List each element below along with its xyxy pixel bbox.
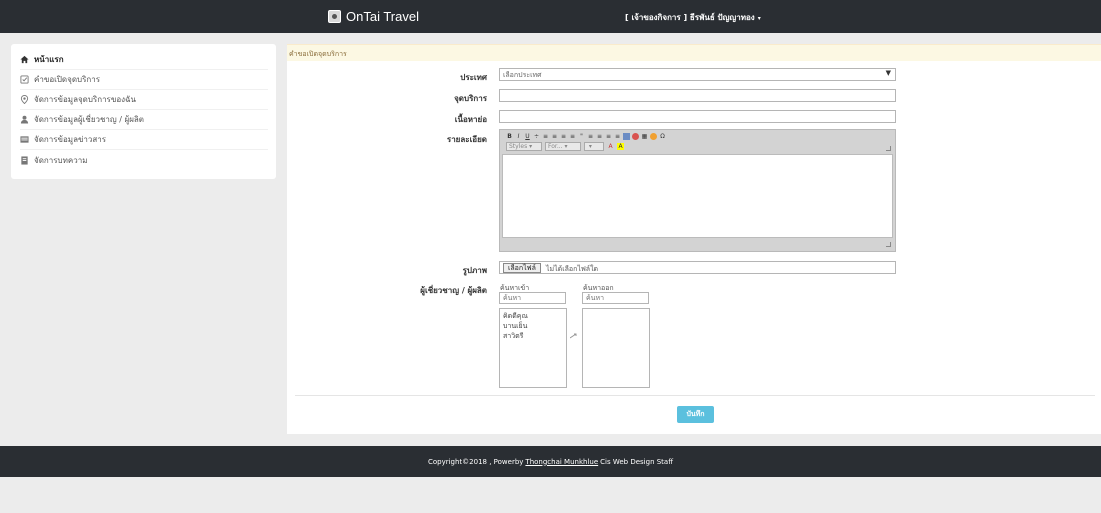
strikethrough-icon[interactable]: ÷ [533,133,540,140]
available-list[interactable]: คิดดีคุณ บานเย็น สาวิตรี [499,308,567,388]
list-item[interactable]: คิดดีคุณ [500,311,566,321]
format-select-label: For... [548,142,563,150]
align-right-icon[interactable]: ≡ [605,133,612,140]
editor-toolbar: B I U ÷ ≡ ≡ ≡ ≡ " ≡ ≡ ≡ ≡ ▦ Ω [506,133,666,141]
image-file-input[interactable]: เลือกไฟล์ ไม่ได้เลือกไฟล์ใด [499,261,896,274]
bold-icon[interactable]: B [506,133,513,140]
brand-logo-icon [328,9,341,23]
special-char-icon[interactable]: Ω [659,133,666,140]
sidebar-item-home[interactable]: หน้าแรก [20,50,268,70]
brand-title: OnTai Travel [346,8,419,24]
rich-text-editor: B I U ÷ ≡ ≡ ≡ ≡ " ≡ ≡ ≡ ≡ ▦ Ω Styles ▾ F… [499,129,896,252]
summary-input[interactable] [499,110,896,123]
sidebar: หน้าแรก คำขอเปิดจุดบริการ จัดการข้อมูลจุ… [11,44,276,179]
editor-content[interactable] [502,154,893,238]
smiley-icon[interactable] [650,133,657,140]
sidebar-item-label: จัดการข้อมูลผู้เชี่ยวชาญ / ผู้ผลิต [34,115,144,124]
save-button[interactable]: บันทึก [677,406,714,423]
search-in-input[interactable] [499,292,566,304]
user-icon [20,115,29,124]
styles-select[interactable]: Styles ▾ [506,141,542,151]
flash-icon[interactable] [632,133,639,140]
summary-label: เนื้อหาย่อ [454,115,487,124]
sidebar-item-label: จัดการข้อมูลข่าวสาร [34,135,107,144]
text-color-icon[interactable]: A [607,143,614,150]
footer: Copyright©2018 , Powerby Thongchai Munkh… [0,446,1101,477]
size-select[interactable]: ▾ [584,141,604,151]
brand[interactable]: OnTai Travel [328,7,419,25]
resize-handle-icon[interactable] [886,242,891,247]
footer-author-link[interactable]: Thongchai Munkhlue [525,458,598,466]
sidebar-item-news[interactable]: จัดการข้อมูลข่าวสาร [20,130,268,150]
home-icon [20,55,29,64]
sidebar-item-label: หน้าแรก [34,55,64,64]
selected-list[interactable] [582,308,650,388]
sidebar-item-label: คำขอเปิดจุดบริการ [34,75,101,84]
caret-down-icon: ▾ [757,15,761,22]
list-item[interactable]: บานเย็น [500,321,566,331]
service-point-input[interactable] [499,89,896,102]
sidebar-item-articles[interactable]: จัดการบทความ [20,150,268,170]
top-navbar: OnTai Travel [ เจ้าของกิจการ ] ธีรพันธ์ … [0,0,1101,33]
service-point-label: จุดบริการ [454,94,487,103]
styles-select-label: Styles [509,142,528,150]
sidebar-item-experts[interactable]: จัดการข้อมูลผู้เชี่ยวชาญ / ผู้ผลิต [20,110,268,130]
toolbar-collapse-icon[interactable] [886,146,891,151]
country-label: ประเทศ [460,73,487,82]
outdent-icon[interactable]: ≡ [560,133,567,140]
align-center-icon[interactable]: ≡ [596,133,603,140]
experts-label: ผู้เชี่ยวชาญ / ผู้ผลิต [420,286,487,295]
indent-icon[interactable]: ≡ [569,133,576,140]
user-name: [ เจ้าของกิจการ ] ธีรพันธ์ ปัญญาทอง [625,13,755,22]
document-icon [20,155,29,165]
chevron-down-icon: ▼ [885,69,891,77]
image-label: รูปภาพ [462,266,487,275]
italic-icon[interactable]: I [515,133,522,140]
image-icon[interactable] [623,133,630,140]
editor-toolbar-row-2: Styles ▾ For... ▾ ▾ A A [506,141,624,151]
divider [295,395,1095,396]
main-panel: คำขอเปิดจุดบริการ ประเทศ เลือกประเทศ ▼ จ… [287,44,1101,434]
country-select-value: เลือกประเทศ [503,71,542,79]
sidebar-item-label: จัดการบทความ [34,155,88,165]
file-status: ไม่ได้เลือกไฟล์ใด [546,265,599,273]
country-select[interactable]: เลือกประเทศ ▼ [499,68,896,81]
choose-file-button[interactable]: เลือกไฟล์ [503,263,541,273]
numbered-list-icon[interactable]: ≡ [542,133,549,140]
sidebar-item-my-services[interactable]: จัดการข้อมูลจุดบริการของฉัน [20,90,268,110]
list-item[interactable]: สาวิตรี [500,331,566,341]
detail-label: รายละเอียด [446,135,487,144]
check-square-icon [20,75,29,84]
align-left-icon[interactable]: ≡ [587,133,594,140]
bullet-list-icon[interactable]: ≡ [551,133,558,140]
format-select[interactable]: For... ▾ [545,141,581,151]
breadcrumb: คำขอเปิดจุดบริการ [287,44,1101,61]
transfer-icon[interactable] [569,332,578,341]
table-icon[interactable]: ▦ [641,133,648,140]
news-icon [20,135,29,144]
search-out-input[interactable] [582,292,649,304]
footer-prefix: Copyright©2018 , Powerby [427,457,524,466]
bg-color-icon[interactable]: A [617,142,624,150]
footer-suffix: Cis Web Design Staff [600,457,674,466]
underline-icon[interactable]: U [524,133,531,140]
sidebar-item-label: จัดการข้อมูลจุดบริการของฉัน [34,95,136,104]
align-justify-icon[interactable]: ≡ [614,133,621,140]
sidebar-item-requests[interactable]: คำขอเปิดจุดบริการ [20,70,268,90]
user-menu[interactable]: [ เจ้าของกิจการ ] ธีรพันธ์ ปัญญาทอง ▾ [625,11,761,24]
blockquote-icon[interactable]: " [578,133,585,140]
map-marker-icon [20,95,29,104]
